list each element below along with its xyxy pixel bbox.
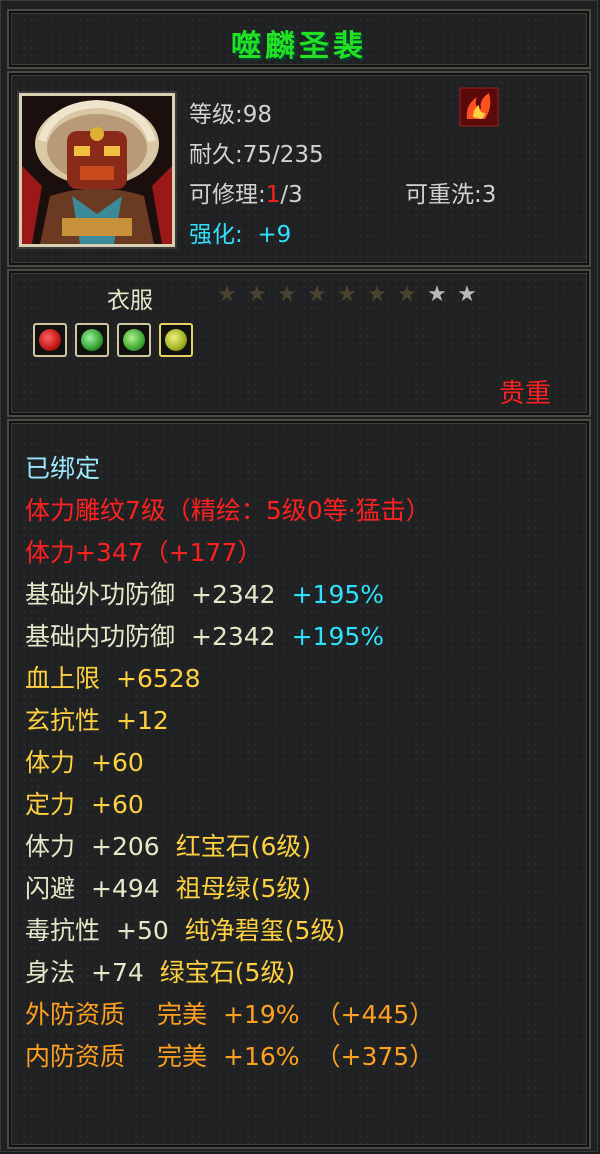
yellow-green-gem-icon[interactable]: [159, 323, 194, 357]
repair-label: 可修理:: [189, 182, 266, 208]
attr-row: 体力+347（+177）: [25, 538, 263, 567]
star-filled-icon: ★: [277, 282, 297, 307]
enhance-label: 强化:: [189, 222, 243, 248]
repair-current: 1: [265, 182, 281, 208]
aptitude-row: 内防资质 完美 +16% （+375）: [25, 1042, 435, 1071]
armor-portrait-icon: [22, 96, 172, 244]
gem-attr-row: 毒抗性 +50 纯净碧玺(5级): [25, 916, 346, 945]
star-filled-icon: ★: [217, 282, 237, 307]
info-panel: 等级:98 耐久:75/235 可修理:1/3 可重洗:3 强化: +9: [7, 71, 591, 267]
green-gem-icon[interactable]: [117, 323, 152, 357]
item-enhance: 强化: +9: [189, 215, 291, 249]
attr-row: 基础外功防御 +2342 +195%: [25, 580, 385, 609]
star-filled-icon: ★: [307, 282, 327, 307]
repair-total: /3: [280, 182, 303, 208]
item-repair: 可修理:1/3: [189, 175, 303, 209]
item-tooltip: 噬麟圣裴 等级:98 耐久:75/235 可修理:1/3 可重洗:3 强化: +…: [0, 0, 598, 1152]
item-name: 噬麟圣裴: [231, 29, 367, 64]
item-durability: 耐久:75/235: [189, 142, 324, 168]
bound-status: 已绑定: [25, 454, 101, 483]
engraving-line: 体力雕纹7级（精绘：5级0等·猛击）: [25, 496, 431, 525]
title-panel: 噬麟圣裴: [7, 9, 591, 69]
star-filled-icon: ★: [337, 282, 357, 307]
gem-attr-row: 体力 +206 红宝石(6级): [25, 832, 312, 861]
gem-attr-row: 闪避 +494 祖母绿(5级): [25, 874, 312, 903]
star-filled-icon: ★: [397, 282, 417, 307]
star-empty-icon: ★: [457, 282, 477, 307]
attr-row: 定力 +60: [25, 790, 144, 819]
item-type: 衣服: [107, 288, 153, 314]
item-level: 等级:98: [189, 102, 273, 128]
aptitude-row: 外防资质 完美 +19% （+445）: [25, 1000, 435, 1029]
attr-row: 玄抗性 +12: [25, 706, 169, 735]
green-gem-icon[interactable]: [75, 323, 110, 357]
gem-attr-row: 身法 +74 绿宝石(5级): [25, 958, 296, 987]
star-rating: ★ ★ ★ ★ ★ ★ ★ ★ ★: [216, 284, 486, 306]
star-filled-icon: ★: [247, 282, 267, 307]
attr-row: 体力 +60: [25, 748, 144, 777]
flame-badge-icon: [459, 87, 499, 127]
enhance-value: +9: [257, 222, 292, 248]
item-rewash: 可重洗:3: [405, 182, 497, 208]
red-gem-icon[interactable]: [33, 323, 67, 357]
item-portrait: [19, 93, 175, 247]
attr-row: 基础内功防御 +2342 +195%: [25, 622, 385, 651]
attributes-panel: 已绑定 体力雕纹7级（精绘：5级0等·猛击） 体力+347（+177） 基础外功…: [7, 419, 591, 1149]
gem-slots: [33, 323, 196, 361]
attr-row: 血上限 +6528: [25, 664, 201, 693]
rarity-label: 贵重: [498, 379, 551, 409]
star-filled-icon: ★: [367, 282, 387, 307]
star-empty-icon: ★: [427, 282, 447, 307]
